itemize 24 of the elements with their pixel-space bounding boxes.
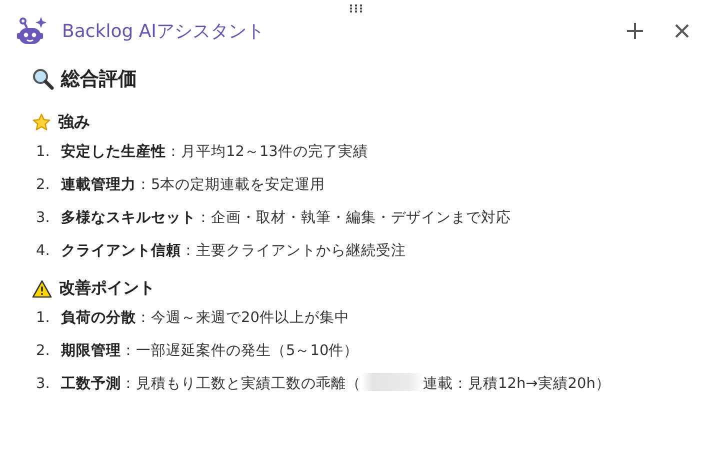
magnifier-icon (32, 68, 54, 90)
list-number: 3. (35, 209, 51, 228)
drag-handle-icon[interactable] (349, 4, 363, 13)
list-item-text: 安定した生産性：月平均12～13件の完了実績 (61, 142, 369, 162)
list-item-text: 多様なスキルセット：企画・取材・執筆・編集・デザインまで対応 (61, 208, 512, 228)
list-number: 1. (35, 143, 51, 162)
list-item-text: 連載管理力：5本の定期連載を安定運用 (61, 176, 326, 195)
list-item-text: 工数予測：見積もり工数と実績工数の乖離（ 連載：見積12h→実績20h） (61, 373, 621, 395)
list-number: 2. (35, 176, 51, 195)
list-item-text: 期限管理：一部遅延案件の発生（5～10件） (61, 342, 360, 361)
list-number: 2. (35, 342, 51, 361)
close-icon (673, 22, 691, 40)
list-number: 3. (35, 375, 51, 394)
section-heading: 総合評価 (61, 67, 137, 92)
warning-icon (32, 280, 52, 298)
list-item-text: 負荷の分散：今週～来週で20件以上が集中 (61, 308, 350, 328)
star-icon (32, 113, 51, 132)
list-number: 1. (35, 309, 51, 328)
list-item-text: クライアント信頼：主要クライアントから継続受注 (61, 242, 407, 261)
subsection-heading: 強み (58, 112, 90, 133)
subsection-heading: 改善ポイント (59, 278, 155, 299)
list-number: 4. (35, 242, 51, 261)
plus-icon (625, 21, 645, 41)
window-title: Backlog AIアシスタント (62, 20, 264, 43)
